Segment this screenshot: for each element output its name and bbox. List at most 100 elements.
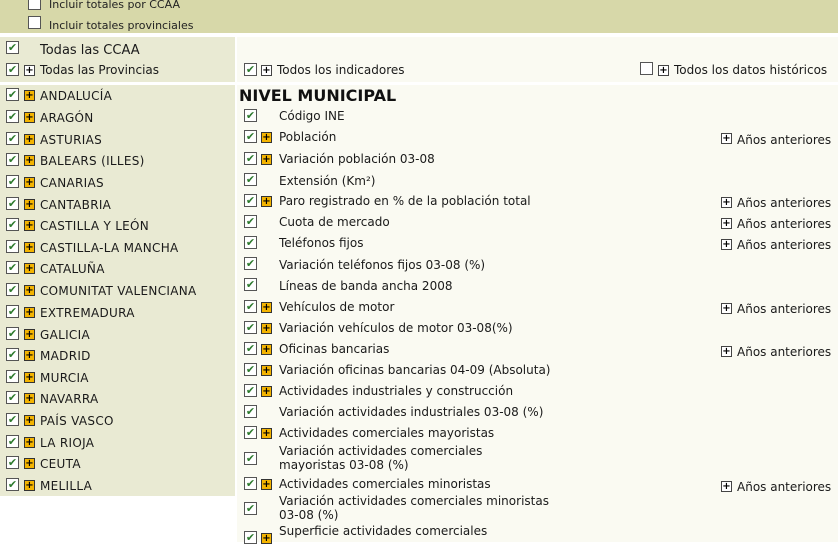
expand-icon[interactable]: + — [24, 350, 35, 361]
expand-icon[interactable]: + — [261, 479, 272, 490]
indicator-checkbox[interactable]: ✔ — [244, 300, 257, 313]
indicator-checkbox[interactable]: ✔ — [244, 502, 257, 515]
expand-icon[interactable]: + — [24, 220, 35, 231]
expand-icon[interactable]: + — [261, 533, 272, 544]
expand-icon[interactable]: + — [24, 415, 35, 426]
expand-icon[interactable]: + — [24, 285, 35, 296]
indicator-label: Población — [279, 130, 337, 144]
previous-years-link[interactable]: Años anteriores — [737, 238, 831, 252]
previous-years-link[interactable]: Años anteriores — [737, 345, 831, 359]
expand-icon[interactable]: + — [24, 372, 35, 383]
include-province-totals-checkbox[interactable] — [28, 16, 41, 29]
expand-icon[interactable]: + — [24, 437, 35, 448]
expand-icon[interactable]: + — [24, 90, 35, 101]
region-checkbox[interactable]: ✔ — [6, 197, 19, 210]
previous-years-link[interactable]: Años anteriores — [737, 302, 831, 316]
region-label: MELILLA — [40, 479, 93, 493]
region-checkbox[interactable]: ✔ — [6, 283, 19, 296]
indicator-checkbox[interactable]: ✔ — [244, 173, 257, 186]
all-historical-checkbox[interactable] — [640, 62, 653, 75]
expand-icon[interactable]: + — [24, 134, 35, 145]
expand-icon[interactable]: + — [261, 154, 272, 165]
region-checkbox[interactable]: ✔ — [6, 175, 19, 188]
region-checkbox[interactable]: ✔ — [6, 132, 19, 145]
indicator-checkbox[interactable]: ✔ — [244, 426, 257, 439]
expand-years-icon[interactable]: + — [721, 239, 732, 250]
include-province-totals-label: Incluir totales provinciales — [49, 19, 194, 32]
indicator-checkbox[interactable]: ✔ — [244, 236, 257, 249]
region-checkbox[interactable]: ✔ — [6, 88, 19, 101]
indicator-checkbox[interactable]: ✔ — [244, 531, 257, 544]
region-checkbox[interactable]: ✔ — [6, 240, 19, 253]
region-checkbox[interactable]: ✔ — [6, 435, 19, 448]
expand-icon[interactable]: + — [24, 329, 35, 340]
expand-icon[interactable]: + — [261, 196, 272, 207]
region-label: COMUNITAT VALENCIANA — [40, 284, 197, 298]
indicator-checkbox[interactable]: ✔ — [244, 152, 257, 165]
indicator-checkbox[interactable]: ✔ — [244, 452, 257, 465]
previous-years-link[interactable]: Años anteriores — [737, 217, 831, 231]
indicator-checkbox[interactable]: ✔ — [244, 215, 257, 228]
expand-icon[interactable]: + — [24, 155, 35, 166]
expand-icon[interactable]: + — [24, 480, 35, 491]
region-checkbox[interactable]: ✔ — [6, 110, 19, 123]
expand-years-icon[interactable]: + — [721, 197, 732, 208]
indicator-checkbox[interactable]: ✔ — [244, 194, 257, 207]
expand-icon[interactable]: + — [24, 458, 35, 469]
indicator-label: Líneas de banda ancha 2008 — [279, 279, 453, 293]
expand-years-icon[interactable]: + — [721, 481, 732, 492]
indicator-checkbox[interactable]: ✔ — [244, 130, 257, 143]
expand-provinces-icon[interactable]: + — [24, 65, 35, 76]
indicator-checkbox[interactable]: ✔ — [244, 257, 257, 270]
indicator-checkbox[interactable]: ✔ — [244, 321, 257, 334]
expand-icon[interactable]: + — [261, 386, 272, 397]
indicator-label: Variación teléfonos fijos 03-08 (%) — [279, 258, 486, 272]
region-checkbox[interactable]: ✔ — [6, 348, 19, 361]
indicator-checkbox[interactable]: ✔ — [244, 477, 257, 490]
indicator-checkbox[interactable]: ✔ — [244, 384, 257, 397]
region-checkbox[interactable]: ✔ — [6, 218, 19, 231]
expand-years-icon[interactable]: + — [721, 346, 732, 357]
indicator-checkbox[interactable]: ✔ — [244, 109, 257, 122]
indicator-checkbox[interactable]: ✔ — [244, 405, 257, 418]
region-checkbox[interactable]: ✔ — [6, 478, 19, 491]
all-indicators-checkbox[interactable]: ✔ — [244, 63, 257, 76]
expand-icon[interactable]: + — [24, 199, 35, 210]
expand-icon[interactable]: + — [261, 302, 272, 313]
expand-icon[interactable]: + — [261, 132, 272, 143]
include-ccaa-totals-label: Incluir totales por CCAA — [49, 0, 180, 11]
indicator-checkbox[interactable]: ✔ — [244, 342, 257, 355]
expand-icon[interactable]: + — [261, 344, 272, 355]
include-ccaa-totals-checkbox[interactable] — [28, 0, 41, 10]
expand-icon[interactable]: + — [261, 365, 272, 376]
expand-years-icon[interactable]: + — [721, 303, 732, 314]
all-ccaa-checkbox[interactable]: ✔ — [6, 41, 19, 54]
region-checkbox[interactable]: ✔ — [6, 413, 19, 426]
region-checkbox[interactable]: ✔ — [6, 327, 19, 340]
expand-years-icon[interactable]: + — [721, 218, 732, 229]
region-checkbox[interactable]: ✔ — [6, 370, 19, 383]
previous-years-link[interactable]: Años anteriores — [737, 133, 831, 147]
region-checkbox[interactable]: ✔ — [6, 391, 19, 404]
expand-historical-icon[interactable]: + — [658, 65, 669, 76]
expand-icon[interactable]: + — [24, 177, 35, 188]
expand-indicators-icon[interactable]: + — [261, 65, 272, 76]
expand-icon[interactable]: + — [261, 323, 272, 334]
previous-years-link[interactable]: Años anteriores — [737, 196, 831, 210]
indicator-checkbox[interactable]: ✔ — [244, 363, 257, 376]
indicator-checkbox[interactable]: ✔ — [244, 278, 257, 291]
region-checkbox[interactable]: ✔ — [6, 305, 19, 318]
all-provinces-checkbox[interactable]: ✔ — [6, 63, 19, 76]
region-checkbox[interactable]: ✔ — [6, 261, 19, 274]
region-label: CEUTA — [40, 457, 81, 471]
expand-icon[interactable]: + — [24, 112, 35, 123]
expand-icon[interactable]: + — [24, 263, 35, 274]
expand-years-icon[interactable]: + — [721, 133, 732, 144]
region-checkbox[interactable]: ✔ — [6, 456, 19, 469]
expand-icon[interactable]: + — [261, 428, 272, 439]
region-checkbox[interactable]: ✔ — [6, 153, 19, 166]
expand-icon[interactable]: + — [24, 307, 35, 318]
expand-icon[interactable]: + — [24, 242, 35, 253]
previous-years-link[interactable]: Años anteriores — [737, 480, 831, 494]
expand-icon[interactable]: + — [24, 393, 35, 404]
